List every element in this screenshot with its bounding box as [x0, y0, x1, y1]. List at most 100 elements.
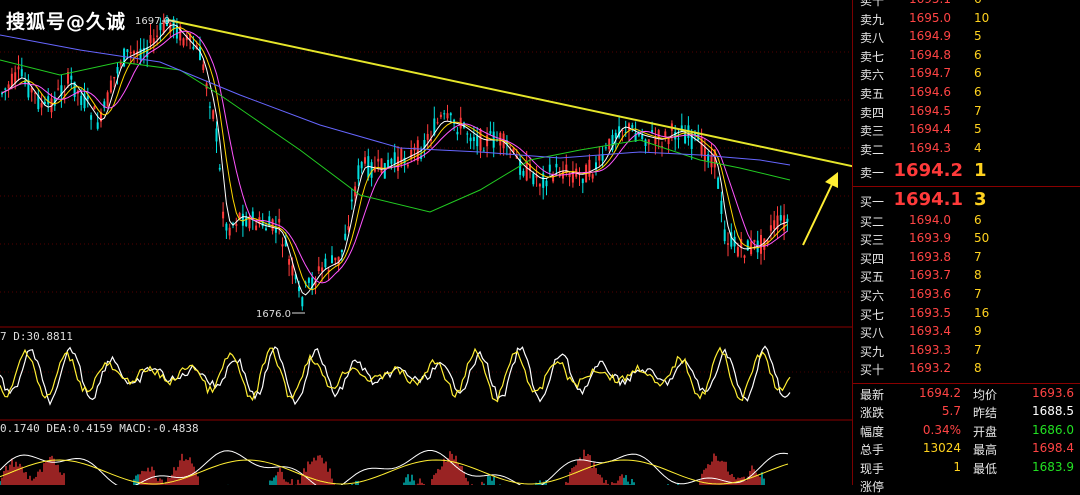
sell-level-row[interactable]: 卖二 1694.3 4 — [853, 140, 1080, 159]
candle-body — [555, 163, 558, 168]
candle-body — [109, 80, 112, 93]
candle-body — [786, 218, 789, 222]
buy-level-price: 1693.7 — [909, 268, 951, 283]
spread-divider — [853, 186, 1080, 187]
buy-level-row[interactable]: 买五 1693.7 8 — [853, 267, 1080, 286]
quote-row: 总手 13024 最高 1698.4 — [853, 440, 1080, 458]
candle-body — [96, 122, 99, 129]
buy-level-row[interactable]: 买四 1693.8 7 — [853, 249, 1080, 268]
kline-chart[interactable]: 1697.01676.0 — [0, 0, 852, 485]
buy-level-volume: 3 — [974, 189, 987, 210]
sell-level-row[interactable]: 卖八 1694.9 5 — [853, 28, 1080, 47]
candle-body — [631, 125, 634, 128]
candle-body — [255, 225, 258, 230]
candle-body — [456, 131, 459, 135]
candle-body — [532, 173, 535, 185]
quote-row: 现手 1 最低 1683.9 — [853, 459, 1080, 477]
candle-body — [149, 35, 152, 44]
buy-level-volume: 8 — [974, 268, 982, 283]
candle-body — [86, 96, 89, 100]
buy-level-row[interactable]: 买十 1693.2 8 — [853, 360, 1080, 379]
sell-level-row[interactable]: 卖三 1694.4 5 — [853, 121, 1080, 140]
buy-level-label: 买六 — [860, 289, 885, 303]
sell-level-price: 1694.8 — [909, 47, 951, 62]
candle-body — [677, 138, 680, 140]
sell-level-row[interactable]: 卖五 1694.6 6 — [853, 84, 1080, 103]
candle-body — [469, 137, 472, 142]
buy-level-volume: 8 — [974, 361, 982, 376]
candle-body — [664, 131, 667, 137]
sell-level-price: 1694.2 — [893, 160, 963, 182]
buy-level-row[interactable]: 买二 1694.0 6 — [853, 212, 1080, 231]
candle-body — [707, 154, 710, 161]
candle-body — [717, 177, 720, 189]
candle-body — [644, 139, 647, 147]
quote-row: 幅度 0.34% 开盘 1686.0 — [853, 422, 1080, 440]
sell-level-label: 卖二 — [860, 142, 885, 157]
buy-level-row[interactable]: 买八 1693.4 9 — [853, 323, 1080, 342]
quote-label: 涨跌 — [860, 406, 885, 421]
buy-level-row[interactable]: 买三 1693.9 50 — [853, 230, 1080, 249]
sell-level-volume: 1 — [974, 160, 987, 182]
sell-level-volume: 5 — [974, 122, 982, 137]
buy-level-label: 买五 — [860, 270, 885, 285]
buy-level-price: 1693.9 — [909, 231, 951, 246]
sell-level-volume: 10 — [974, 10, 990, 25]
candle-body — [604, 147, 607, 149]
buy-level-volume: 7 — [974, 287, 982, 301]
sell-level-row[interactable]: 卖四 1694.5 7 — [853, 103, 1080, 122]
quote-label: 现手 — [860, 461, 885, 476]
buy-level-label: 买一 — [860, 195, 885, 209]
quote-value: 1686.0 — [1032, 422, 1074, 437]
candle-body — [225, 223, 228, 231]
buy-level-volume: 16 — [974, 305, 990, 320]
quote-label: 最低 — [973, 461, 998, 476]
buy-level-row[interactable]: 买九 1693.3 7 — [853, 342, 1080, 361]
candle-body — [20, 69, 23, 77]
sell-level-volume: 4 — [974, 140, 982, 155]
sell-level-row[interactable]: 卖七 1694.8 6 — [853, 47, 1080, 66]
buy-level-label: 买二 — [860, 214, 885, 229]
buy-level-row[interactable]: 买六 1693.6 7 — [853, 286, 1080, 305]
candle-body — [202, 64, 205, 71]
candle-body — [307, 278, 310, 283]
candle-body — [228, 227, 231, 236]
sell-level-row[interactable]: 卖十 1695.1 6 — [853, 0, 1080, 10]
candle-body — [192, 46, 195, 49]
candle-body — [397, 156, 399, 171]
candle-body — [522, 171, 525, 176]
candle-body — [119, 62, 122, 65]
sell-level-label: 卖六 — [860, 68, 885, 83]
candle-body — [436, 122, 439, 124]
candle-body — [113, 76, 116, 79]
buy-level-row[interactable]: 买七 1693.5 16 — [853, 305, 1080, 324]
candle-body — [743, 255, 746, 258]
candle-body — [334, 257, 337, 261]
candle-body — [360, 162, 363, 169]
buy-level-row[interactable]: 买一 1694.1 3 — [853, 189, 1080, 210]
candle-body — [278, 218, 281, 223]
candle-body — [93, 106, 96, 110]
sell-level-row[interactable]: 卖一 1694.2 1 — [853, 160, 1080, 182]
buy-level-label: 买三 — [860, 233, 885, 248]
candle-body — [703, 146, 706, 161]
candle-body — [581, 178, 584, 184]
candle-body — [449, 113, 452, 116]
sell-level-row[interactable]: 卖六 1694.7 6 — [853, 65, 1080, 84]
sell-level-label: 卖五 — [860, 87, 885, 101]
candle-body — [446, 113, 449, 119]
candle-body — [70, 75, 73, 80]
sell-level-row[interactable]: 卖九 1695.0 10 — [853, 10, 1080, 29]
buy-level-price: 1693.5 — [909, 305, 951, 320]
macd-indicator-label: 0.1740 DEA:0.4159 MACD:-0.4838 — [0, 422, 199, 435]
candle-body — [235, 224, 238, 226]
quote-label: 最新 — [860, 388, 885, 402]
candle-body — [410, 149, 413, 159]
candle-body — [628, 123, 630, 130]
candle-body — [10, 73, 13, 87]
quote-label: 总手 — [860, 443, 885, 458]
candle-body — [241, 213, 244, 226]
candle-body — [479, 129, 482, 151]
kline-chart-area[interactable]: 1697.0 1676.0 搜狐号@久诚 7 D:30.8811 0.1740 D… — [0, 0, 852, 485]
candle-body — [667, 138, 670, 145]
